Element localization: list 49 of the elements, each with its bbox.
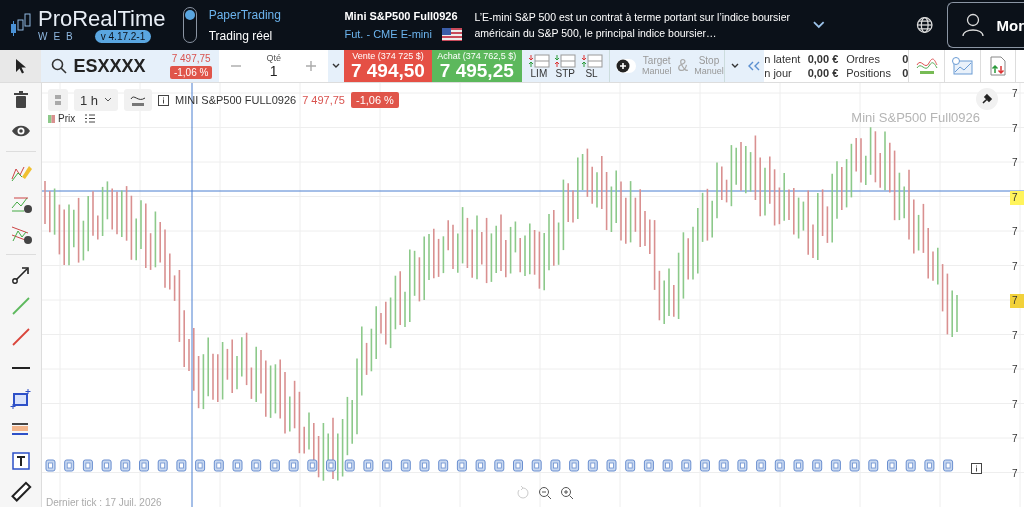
market-name: Fut. - CME E-mini [344,28,432,40]
price-axis-label: 7 [1011,397,1019,412]
instrument-name: Mini S&P500 Full0926 [344,9,459,22]
price-axis-label: 7 [1011,259,1019,274]
price-legend[interactable]: Prix [48,113,76,124]
price-axis-label: 7 [1011,432,1019,446]
symbol-search-field[interactable]: ESXXXX [41,50,164,82]
interval-dropdown[interactable]: 1 h [74,89,119,111]
instrument-description: L’E-mini S&P 500 est un contrat à terme portant sur l’indice boursier américain du S&P 500, le principal indice boursier… [474,10,791,41]
change-badge: -1,06 % [351,92,399,108]
target-mode: Manuel [642,66,672,77]
stop-mode: Manuel [694,66,724,77]
ampersand: & [677,57,689,75]
logo-subtitle: WEB [38,30,79,42]
chart-price: 7 497,75 [302,94,345,106]
quantity-field[interactable]: 1 [269,63,278,79]
target-label: Target [642,55,671,66]
price-axis-label: 7 [1011,121,1019,136]
last-tick-text: Dernier tick : 17 Juil. 2026 [46,497,162,507]
account-button[interactable]: Mor [947,2,1024,48]
pnl-label: n jour [764,67,792,79]
mode-option[interactable]: Trading réel [208,28,345,43]
price-axis-label: 7 [1011,225,1019,239]
price-axis-label: 7 [1011,87,1019,101]
chart-title: MINI S&P500 FULL0926 [175,94,297,106]
change-badge: -1,06 % [169,66,213,79]
price-axis-label: 7 [1011,156,1019,170]
price-axis-label: 7 [1011,363,1019,377]
price-badge: 7 [1010,294,1024,308]
stop-label: Stop [698,55,720,66]
count-value: 0 [902,53,909,65]
price-axis-label: 7 [1011,466,1019,481]
count-value: 0 [902,67,909,79]
order-type-button[interactable]: SL [580,50,603,82]
version-badge: v 4.17.2-1 [94,29,152,43]
count-label: Ordres [846,53,880,65]
order-type-button[interactable]: STP [554,50,577,82]
last-price: 7 497,75 [171,53,211,64]
chart-watermark: Mini S&P500 Full0926 [851,110,980,125]
price-axis-label: 7 [1011,328,1019,343]
pnl-value: 0,00 € [807,67,839,79]
quantity-label: Qté [266,53,281,63]
count-label: Positions [846,67,891,79]
app-logo-text: ProRealTime [38,7,166,30]
sell-button[interactable]: Vente (374 725 $) 7 494,50 [344,50,432,82]
mode-option[interactable]: PaperTrading [208,7,345,22]
pnl-value: 0,00 € [807,53,839,65]
order-type-button[interactable]: LIM [527,50,551,82]
pnl-label: n latent [764,53,801,65]
